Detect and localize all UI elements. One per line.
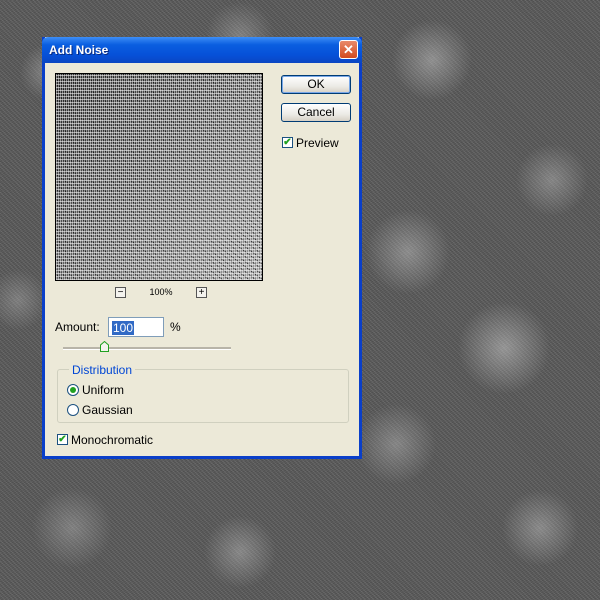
radio-selected-dot: [70, 387, 76, 393]
amount-unit: %: [170, 320, 181, 334]
uniform-radio[interactable]: [67, 384, 79, 396]
zoom-out-button[interactable]: −: [115, 287, 126, 298]
add-noise-dialog: Add Noise ✕ − 100% + OK Cancel ✔ Preview…: [42, 37, 362, 459]
checkmark-icon: ✔: [283, 137, 292, 148]
zoom-in-button[interactable]: +: [196, 287, 207, 298]
checkmark-icon: ✔: [58, 434, 67, 445]
distribution-title: Distribution: [69, 363, 136, 377]
dialog-title: Add Noise: [49, 43, 109, 57]
zoom-out-icon: −: [117, 287, 124, 298]
monochromatic-checkbox[interactable]: ✔: [57, 434, 68, 445]
amount-slider-track[interactable]: [63, 347, 231, 350]
title-bar[interactable]: Add Noise ✕: [42, 37, 362, 63]
preview-checkbox[interactable]: ✔: [282, 137, 293, 148]
uniform-label: Uniform: [82, 383, 125, 397]
zoom-in-icon: +: [198, 287, 205, 298]
preview-label: Preview: [296, 136, 339, 150]
amount-label: Amount:: [55, 320, 100, 334]
ok-button[interactable]: OK: [281, 75, 351, 94]
amount-input[interactable]: 100: [108, 317, 164, 337]
cancel-button[interactable]: Cancel: [281, 103, 351, 122]
gaussian-radio[interactable]: [67, 404, 79, 416]
close-button[interactable]: ✕: [339, 40, 358, 59]
slider-thumb-icon[interactable]: [100, 341, 109, 352]
monochromatic-label: Monochromatic: [71, 433, 154, 447]
noise-preview[interactable]: [55, 73, 263, 281]
gaussian-label: Gaussian: [82, 403, 133, 417]
zoom-level: 100%: [149, 287, 173, 297]
amount-value: 100: [112, 321, 135, 335]
close-icon: ✕: [343, 42, 354, 57]
